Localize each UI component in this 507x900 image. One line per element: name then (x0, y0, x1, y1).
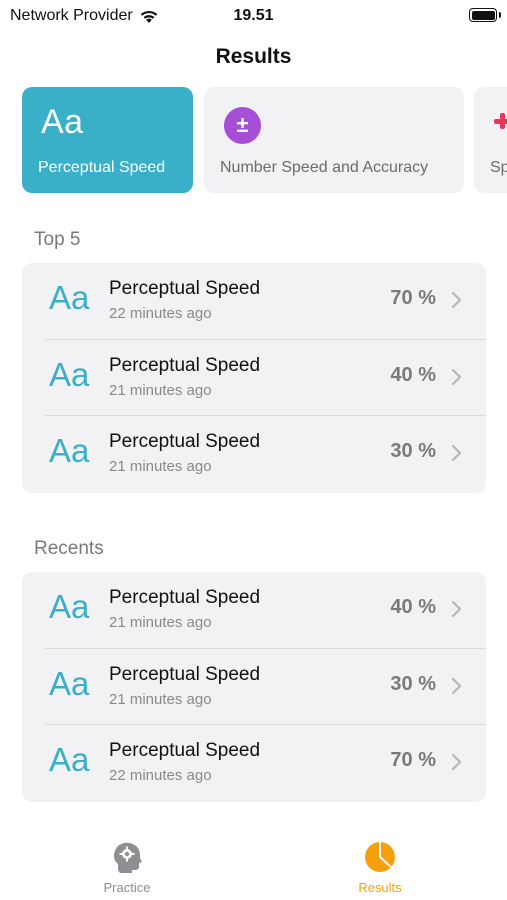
text-format-icon: Aa (49, 355, 90, 393)
category-label: Sp (490, 159, 507, 176)
text-format-icon: Aa (49, 588, 90, 625)
text-format-icon: Aa (49, 664, 90, 702)
list-item[interactable]: Aa Perceptual Speed 21 minutes ago 40 % (22, 340, 486, 417)
status-bar: Network Provider 19.51 (0, 0, 507, 32)
result-title: Perceptual Speed (109, 354, 261, 376)
tab-results[interactable]: Results (325, 832, 435, 900)
pie-chart-icon (365, 842, 395, 872)
result-time: 21 minutes ago (109, 690, 212, 708)
result-score: 30 % (390, 440, 436, 463)
result-title: Perceptual Speed (109, 587, 261, 608)
result-score: 40 % (390, 363, 436, 386)
result-score: 70 % (390, 287, 436, 309)
result-title: Perceptual Speed (109, 663, 261, 685)
text-format-icon: Aa (49, 741, 90, 779)
result-score: 70 % (390, 749, 436, 772)
status-time: 19.51 (233, 7, 274, 24)
plus-minus-icon: ± (224, 107, 261, 144)
list-item[interactable]: Aa Perceptual Speed 22 minutes ago 70 % (22, 263, 486, 340)
result-time: 22 minutes ago (109, 305, 212, 322)
tab-label: Practice (103, 880, 151, 895)
result-score: 30 % (390, 672, 436, 695)
category-card-partial[interactable]: Sp (474, 87, 507, 193)
result-title: Perceptual Speed (109, 740, 261, 762)
tab-bar: Practice Results (0, 832, 507, 900)
category-card-number-speed[interactable]: ± Number Speed and Accuracy (204, 87, 464, 193)
top5-list: Aa Perceptual Speed 22 minutes ago 70 % … (22, 263, 486, 493)
text-format-icon: Aa (49, 432, 90, 470)
result-title: Perceptual Speed (109, 431, 261, 453)
category-carousel[interactable]: Aa Perceptual Speed ± Number Speed and A… (0, 87, 507, 193)
result-time: 21 minutes ago (109, 614, 212, 631)
section-header-top5: Top 5 (34, 229, 81, 250)
category-label: Perceptual Speed (38, 159, 166, 176)
category-label: Number Speed and Accuracy (220, 159, 429, 176)
chevron-right-icon (451, 445, 462, 462)
battery-icon (469, 8, 497, 22)
result-title: Perceptual Speed (109, 278, 261, 299)
chevron-right-icon (451, 754, 462, 771)
list-item[interactable]: Aa Perceptual Speed 21 minutes ago 30 % (22, 416, 486, 493)
recents-list: Aa Perceptual Speed 21 minutes ago 40 % … (22, 572, 486, 802)
result-time: 21 minutes ago (109, 458, 212, 476)
result-time: 22 minutes ago (109, 767, 212, 785)
plus-icon (494, 113, 507, 129)
tab-practice[interactable]: Practice (72, 832, 182, 900)
section-header-recents: Recents (34, 538, 104, 559)
chevron-right-icon (451, 291, 462, 309)
tab-label: Results (358, 880, 402, 895)
list-item[interactable]: Aa Perceptual Speed 21 minutes ago 30 % (22, 649, 486, 726)
list-item[interactable]: Aa Perceptual Speed 22 minutes ago 70 % (22, 725, 486, 802)
result-score: 40 % (390, 596, 436, 618)
page-title: Results (215, 45, 292, 68)
result-time: 21 minutes ago (109, 381, 212, 399)
brain-gear-icon (114, 842, 142, 873)
text-format-icon: Aa (41, 103, 84, 141)
text-format-icon: Aa (49, 279, 90, 316)
chevron-right-icon (451, 600, 462, 618)
category-card-perceptual-speed[interactable]: Aa Perceptual Speed (22, 87, 193, 193)
chevron-right-icon (451, 368, 462, 385)
list-item[interactable]: Aa Perceptual Speed 21 minutes ago 40 % (22, 572, 486, 649)
chevron-right-icon (451, 677, 462, 694)
